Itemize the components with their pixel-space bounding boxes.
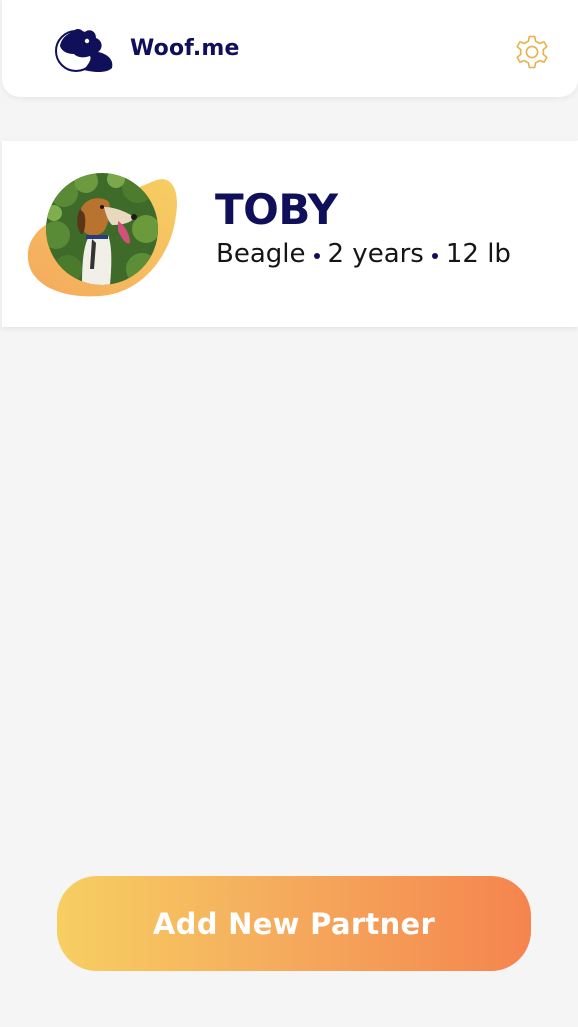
- separator-dot: [431, 253, 438, 259]
- pet-weight: 12 lb: [445, 239, 511, 269]
- dog-photo: [46, 173, 158, 285]
- pet-card-toby[interactable]: TOBY Beagle 2 years 12 lb: [2, 141, 578, 327]
- separator-dot: [313, 253, 320, 259]
- pet-age: 2 years: [327, 239, 424, 269]
- top-bar: Woof.me: [2, 0, 578, 97]
- pet-breed: Beagle: [216, 239, 306, 269]
- pet-name: TOBY: [215, 185, 338, 234]
- dog-logo-icon: [54, 24, 118, 76]
- pet-details: Beagle 2 years 12 lb: [216, 239, 511, 269]
- app-screen: Woof.me TOBY Beagle 2 years 12 lb Add Ne…: [0, 0, 578, 1027]
- avatar: [26, 169, 180, 299]
- gear-icon[interactable]: [512, 32, 552, 72]
- add-new-partner-button[interactable]: Add New Partner: [57, 876, 531, 971]
- brand-name: Woof.me: [130, 36, 240, 61]
